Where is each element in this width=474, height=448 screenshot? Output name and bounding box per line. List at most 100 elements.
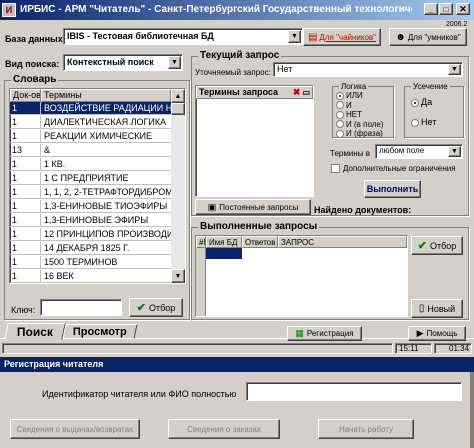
dictionary-row[interactable]: 13 & bbox=[10, 144, 171, 157]
scroll-up-icon[interactable]: ▲ bbox=[171, 89, 185, 103]
dictionary-row[interactable]: 1 1, 1, 2, 2-ТЕТРАФТОРДИБРОМЭТ bbox=[10, 186, 171, 199]
logic-option[interactable]: И (фраза) bbox=[336, 129, 394, 139]
done-queries-table[interactable]: #NИмя БДОтветовЗАПРОС bbox=[195, 235, 408, 317]
dictionary-row[interactable]: 1 РЕАКЦИИ ХИМИЧЕСКИЕ bbox=[10, 130, 171, 143]
dictionary-row-count: 1 bbox=[10, 200, 41, 212]
orders-info-button[interactable]: Сведения о заказах bbox=[168, 419, 280, 439]
refine-label: Уточняемый запрос: bbox=[195, 68, 271, 77]
found-label: Найдено документов: bbox=[314, 205, 412, 215]
books-icon: ▤ bbox=[307, 31, 318, 43]
radio-icon[interactable] bbox=[336, 101, 344, 110]
dictionary-row[interactable]: 1 ДИАЛЕКТИЧЕСКАЯ ЛОГИКА bbox=[10, 116, 171, 129]
radio-icon[interactable] bbox=[336, 91, 344, 100]
dictionary-row[interactable]: 11 КВ. bbox=[10, 158, 171, 171]
radio-icon[interactable] bbox=[336, 120, 344, 129]
search-type-select[interactable]: Контекстный поиск ▼ bbox=[63, 54, 183, 71]
dictionary-rows: 1 ВОЗДЕЙСТВИЕ РАДИАЦИИ НА 1 ДИАЛЕКТИЧЕСКАЯ … bbox=[10, 102, 171, 283]
dictionary-row[interactable]: 1 1500 ТЕРМИНОВ bbox=[10, 256, 171, 269]
saved-queries-button[interactable]: ▣ Постоянные запросы bbox=[195, 199, 311, 215]
dictionary-scrollbar[interactable]: ▲ ▼ bbox=[171, 89, 185, 283]
naive-mode-button[interactable]: ▤ Для "чайников" bbox=[303, 28, 381, 46]
radio-icon[interactable] bbox=[411, 98, 419, 107]
dictionary-title: Словарь bbox=[11, 74, 59, 85]
done-col-header[interactable]: #N bbox=[196, 236, 206, 248]
dictionary-row-count: 1 bbox=[10, 256, 41, 268]
logic-option[interactable]: И (в поле) bbox=[336, 120, 394, 130]
chevron-down-icon[interactable]: ▼ bbox=[288, 30, 301, 43]
terms-in-select[interactable]: любом поле ▼ bbox=[375, 144, 463, 159]
radio-icon[interactable] bbox=[411, 118, 419, 127]
query-terms-list[interactable]: Термины запроса ✖ ▭ bbox=[195, 85, 314, 197]
window-title: ИРБИС - АРМ "Читатель" - Санкт-Петербург… bbox=[20, 4, 412, 15]
dictionary-row-term: 1,3-ЕНИНОВЫЕ ЭФИРЫ bbox=[44, 215, 149, 225]
radio-icon[interactable] bbox=[336, 129, 344, 138]
truncation-option[interactable]: Да bbox=[411, 97, 461, 117]
dictionary-row-term: 1 КВ. bbox=[44, 159, 66, 169]
title-bar[interactable]: И ИРБИС - АРМ "Читатель" - Санкт-Петербу… bbox=[0, 0, 474, 20]
run-query-button[interactable]: Выполнить bbox=[364, 180, 421, 198]
dictionary-row-term: 16 ВЕК bbox=[44, 271, 74, 281]
chevron-down-icon[interactable]: ▼ bbox=[448, 146, 461, 157]
new-query-button[interactable]: ▯ Новый bbox=[411, 299, 463, 318]
edit-icon[interactable]: ▭ bbox=[302, 87, 310, 98]
dictionary-row-count: 1 bbox=[10, 116, 41, 128]
help-button[interactable]: ▶ Помощь bbox=[408, 326, 466, 341]
db-select[interactable]: IBIS - Тестовая библиотечная БД ▼ bbox=[63, 28, 303, 45]
new-document-icon: ▯ bbox=[418, 303, 425, 314]
dictionary-row[interactable]: 112 ПРИНЦИПОВ ПРОИЗВОДИТЕЛ bbox=[10, 228, 171, 241]
logic-option[interactable]: И bbox=[336, 101, 394, 111]
register-icon: ▦ bbox=[295, 328, 304, 338]
dictionary-select-button[interactable]: ✔ Отбор bbox=[129, 298, 183, 317]
status-time2: 01:34 bbox=[449, 344, 470, 353]
query-terms-header: Термины запроса ✖ ▭ bbox=[196, 86, 313, 99]
radio-icon[interactable] bbox=[336, 110, 344, 119]
key-label: Ключ: bbox=[11, 305, 36, 315]
dictionary-row[interactable]: 11 С ПРЕДПРИЯТИЕ bbox=[10, 172, 171, 185]
smart-mode-button[interactable]: ☻ Для "умников" bbox=[389, 28, 467, 46]
done-select-button[interactable]: ✔ Отбор bbox=[411, 236, 463, 255]
register-button[interactable]: ▦ Регистрация bbox=[287, 326, 362, 341]
chevron-down-icon[interactable]: ▼ bbox=[448, 64, 461, 75]
dictionary-list[interactable]: Док-ов Термины 1 ВОЗДЕЙСТВИЕ РАДИАЦИИ НА 1… bbox=[9, 88, 186, 284]
dictionary-row[interactable]: 1 14 ДЕКАБРЯ 1825 Г. bbox=[10, 242, 171, 255]
done-col-header[interactable]: Ответов bbox=[242, 236, 278, 248]
search-type-label: Вид поиска: bbox=[5, 59, 60, 69]
tab-view[interactable]: Просмотр bbox=[62, 324, 138, 339]
dictionary-row[interactable]: 1 1,3-ЕНИНОВЫЕ ТИОЭФИРЫ bbox=[10, 200, 171, 213]
reader-id-input[interactable] bbox=[246, 382, 462, 401]
logic-option[interactable]: ИЛИ bbox=[336, 91, 394, 101]
reader-dialog-titlebar[interactable]: Регистрация читателя bbox=[0, 357, 474, 372]
col-terms-header[interactable]: Термины bbox=[41, 89, 171, 102]
start-work-button[interactable]: Начать работу bbox=[318, 419, 414, 439]
truncation-option[interactable]: Нет bbox=[411, 117, 461, 137]
dictionary-row[interactable]: 1 16 ВЕК bbox=[10, 270, 171, 283]
checkmark-icon: ✔ bbox=[417, 240, 427, 252]
logic-option[interactable]: НЕТ bbox=[336, 110, 394, 120]
maximize-button[interactable]: □ bbox=[439, 3, 453, 15]
scroll-down-icon[interactable]: ▼ bbox=[171, 269, 185, 283]
done-col-header[interactable]: ЗАПРОС bbox=[278, 236, 407, 248]
dictionary-row[interactable]: 1 1,3-ЕНИНОВЫЕ ЭФИРЫ bbox=[10, 214, 171, 227]
dictionary-row[interactable]: 1 ВОЗДЕЙСТВИЕ РАДИАЦИИ НА bbox=[10, 102, 171, 115]
done-queries-indicator bbox=[196, 248, 206, 316]
dictionary-row-term: ВОЗДЕЙСТВИЕ РАДИАЦИИ НА bbox=[44, 103, 171, 113]
key-input[interactable] bbox=[40, 299, 122, 316]
truncation-title: Усечение bbox=[411, 82, 450, 91]
refine-select[interactable]: Нет ▼ bbox=[273, 62, 463, 77]
done-col-header[interactable]: Имя БД bbox=[206, 236, 242, 248]
chevron-down-icon[interactable]: ▼ bbox=[168, 56, 181, 69]
scroll-thumb[interactable] bbox=[171, 103, 185, 115]
checkbox-box[interactable] bbox=[331, 164, 340, 174]
tab-search[interactable]: Поиск bbox=[4, 323, 66, 340]
help-icon: ▶ bbox=[416, 328, 424, 338]
col-count-header[interactable]: Док-ов bbox=[10, 89, 41, 102]
logic-options: ИЛИ И НЕТ И (в поле) И (фраза) bbox=[336, 91, 394, 139]
close-button[interactable]: ✕ bbox=[456, 3, 470, 15]
delete-icon[interactable]: ✖ bbox=[293, 87, 301, 98]
loans-info-button[interactable]: Сведения о выдачах/возвратах bbox=[10, 419, 140, 439]
extra-restrictions-checkbox[interactable]: Дополнительные ограничения bbox=[331, 164, 456, 174]
minimize-button[interactable]: _ bbox=[424, 3, 438, 15]
dictionary-row-term: 1 С ПРЕДПРИЯТИЕ bbox=[44, 173, 129, 183]
logic-title: Логика bbox=[339, 82, 369, 91]
search-type-value: Контекстный поиск bbox=[67, 57, 154, 67]
